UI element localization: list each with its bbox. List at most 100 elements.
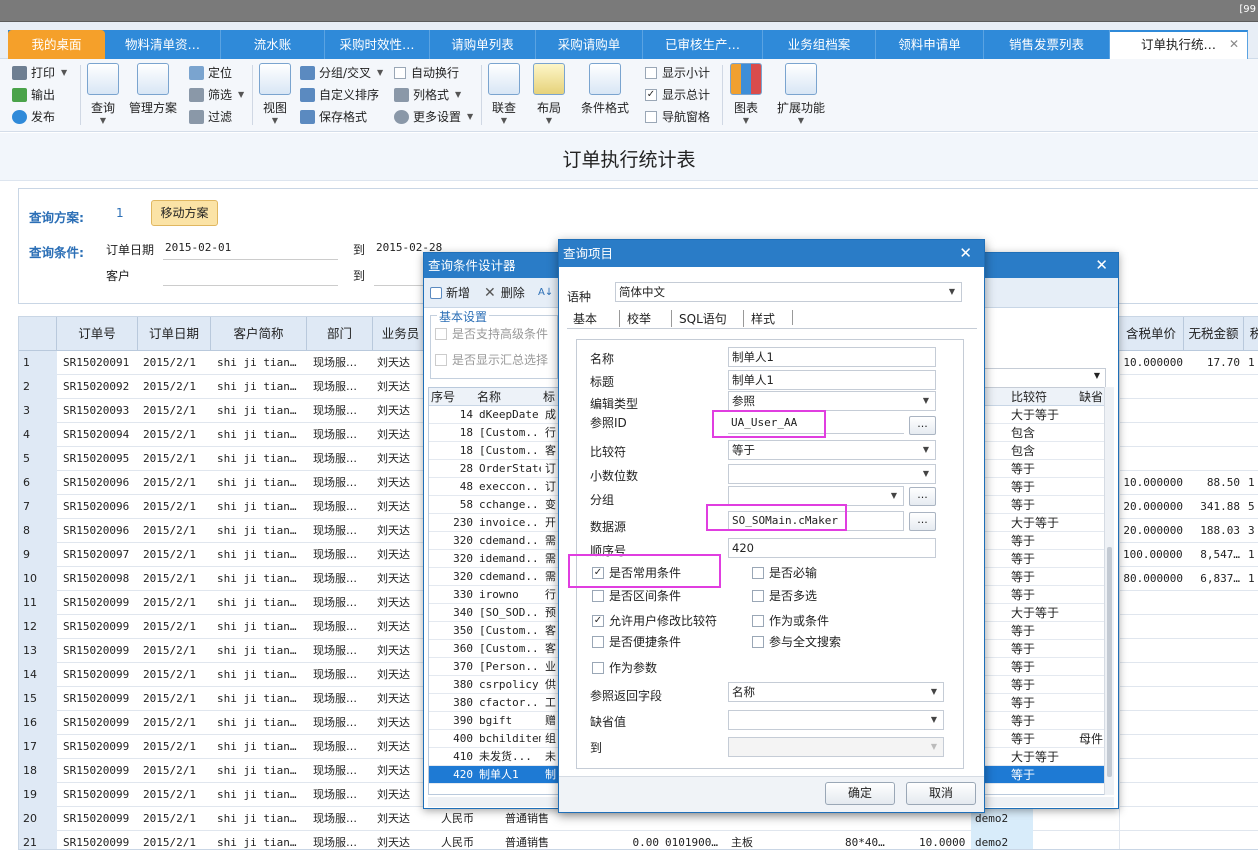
- export-button[interactable]: 输出: [12, 85, 55, 105]
- right-list-item[interactable]: 包含: [985, 424, 1111, 442]
- list-item[interactable]: 410 未发货... 未: [429, 748, 558, 766]
- table-row[interactable]: 21 SR15020099 2015/2/1 shi ji tian… 现场服… 刘天达 人…: [19, 831, 1258, 849]
- common-condition-checkbox[interactable]: ✓ 是否常用条件: [592, 563, 681, 583]
- col-header-amount[interactable]: 无税金额: [1184, 317, 1244, 351]
- multi-select-checkbox[interactable]: 是否多选: [752, 586, 817, 606]
- ok-button[interactable]: 确定: [825, 782, 895, 805]
- conditional-format-button[interactable]: 条件格式: [579, 63, 631, 116]
- tab-my-desktop[interactable]: 我的桌面: [8, 30, 105, 59]
- or-condition-checkbox[interactable]: 作为或条件: [752, 611, 829, 631]
- list-item[interactable]: 400 bchilditem 组: [429, 730, 558, 748]
- link-query-button[interactable]: 联查 ▼: [487, 63, 521, 125]
- list-item[interactable]: 18 [Custom... 客: [429, 442, 558, 460]
- tab-material-request[interactable]: 领料申请单: [876, 30, 984, 59]
- show-summary-checkbox[interactable]: 是否显示汇总选择: [435, 350, 548, 370]
- list-item[interactable]: 14 dKeepDate 成: [429, 406, 558, 424]
- add-button[interactable]: 新增: [430, 283, 470, 303]
- language-select[interactable]: 简体中文 ▼: [615, 282, 962, 302]
- quick-condition-checkbox[interactable]: 是否便捷条件: [592, 632, 681, 652]
- list-item[interactable]: 380 csrpolicy 供: [429, 676, 558, 694]
- list-item[interactable]: 230 invoice... 开: [429, 514, 558, 532]
- manage-plan-button[interactable]: 管理方案: [127, 63, 179, 116]
- right-list-item[interactable]: 等于: [985, 496, 1111, 514]
- nav-pane-checkbox[interactable]: 导航窗格: [645, 107, 710, 127]
- print-button[interactable]: 打印 ▼: [12, 63, 67, 83]
- list-item[interactable]: 370 [Person... 业: [429, 658, 558, 676]
- move-plan-button[interactable]: 移动方案: [151, 200, 218, 226]
- show-subtotal-checkbox[interactable]: 显示小计: [645, 63, 710, 83]
- tab-enum[interactable]: 校举: [619, 310, 651, 327]
- tab-bom[interactable]: 物料清单资…: [105, 30, 221, 59]
- tab-business-group[interactable]: 业务组档案: [763, 30, 876, 59]
- support-advanced-checkbox[interactable]: 是否支持高级条件: [435, 324, 548, 344]
- chart-button[interactable]: 图表 ▼: [729, 63, 763, 125]
- to-value-select[interactable]: ▼: [728, 737, 944, 757]
- right-list-item[interactable]: 等于: [985, 622, 1111, 640]
- fulltext-search-checkbox[interactable]: 参与全文搜索: [752, 632, 841, 652]
- list-item[interactable]: 380 cfactor... 工: [429, 694, 558, 712]
- tab-sql[interactable]: SQL语句: [671, 310, 727, 327]
- ref-id-browse-button[interactable]: ...: [909, 416, 936, 435]
- right-list-item[interactable]: 等于: [985, 532, 1111, 550]
- right-list-item[interactable]: 包含: [985, 442, 1111, 460]
- close-icon[interactable]: ✕: [1095, 253, 1108, 278]
- close-icon[interactable]: ✕: [959, 240, 972, 267]
- extend-button[interactable]: 扩展功能 ▼: [775, 63, 827, 125]
- ref-return-select[interactable]: 名称 ▼: [728, 682, 944, 702]
- locate-button[interactable]: 定位: [189, 63, 232, 83]
- order-date-from-input[interactable]: 2015-02-01: [165, 241, 231, 254]
- compare-select[interactable]: 等于 ▼: [728, 440, 936, 460]
- right-list-item[interactable]: 等于: [985, 586, 1111, 604]
- more-settings-button[interactable]: 更多设置 ▼: [394, 107, 473, 127]
- cancel-button[interactable]: 取消: [906, 782, 976, 805]
- tab-approved-production[interactable]: 已审核生产…: [643, 30, 763, 59]
- right-list-item[interactable]: 大于等于: [985, 514, 1111, 532]
- tab-requisition-list[interactable]: 请购单列表: [430, 30, 536, 59]
- right-list-item[interactable]: 等于: [985, 766, 1111, 784]
- right-list-item[interactable]: 等于: [985, 640, 1111, 658]
- range-condition-checkbox[interactable]: 是否区间条件: [592, 586, 681, 606]
- right-list-item[interactable]: 等于: [985, 712, 1111, 730]
- custom-sort-button[interactable]: 自定义排序: [300, 85, 379, 105]
- col-header-dept[interactable]: 部门: [307, 317, 373, 351]
- tab-purchase-timeliness[interactable]: 采购时效性…: [325, 30, 430, 59]
- right-list-item[interactable]: 等于: [985, 658, 1111, 676]
- customer-from-input[interactable]: [163, 285, 338, 286]
- as-parameter-checkbox[interactable]: 作为参数: [592, 658, 657, 678]
- designer-scrollbar[interactable]: [1104, 387, 1114, 795]
- right-list-item[interactable]: 等于: [985, 478, 1111, 496]
- publish-button[interactable]: 发布: [12, 107, 55, 127]
- list-item[interactable]: 320 cdemand... 需: [429, 568, 558, 586]
- query-button[interactable]: 查询 ▼: [86, 63, 120, 125]
- close-icon[interactable]: ✕: [1229, 32, 1239, 57]
- list-item[interactable]: 420 制单人1 制: [429, 766, 558, 784]
- required-checkbox[interactable]: 是否必输: [752, 563, 817, 583]
- order-no-input[interactable]: 420: [728, 538, 936, 558]
- customer-to-input[interactable]: [374, 285, 424, 286]
- save-format-button[interactable]: 保存格式: [300, 107, 367, 127]
- list-item[interactable]: 390 bgift 赠: [429, 712, 558, 730]
- list-item[interactable]: 28 OrderState 订: [429, 460, 558, 478]
- query-plan-value[interactable]: 1: [116, 206, 124, 220]
- right-list-item[interactable]: 等于: [985, 460, 1111, 478]
- right-list-item[interactable]: 大于等于: [985, 406, 1111, 424]
- tab-order-execution[interactable]: 订单执行统… ✕: [1110, 30, 1248, 59]
- tab-style[interactable]: 样式: [743, 310, 775, 327]
- default-value-select[interactable]: ▼: [728, 710, 944, 730]
- list-item[interactable]: 340 [SO_SOD... 预: [429, 604, 558, 622]
- filter-button[interactable]: 过滤: [189, 107, 232, 127]
- column-format-button[interactable]: 列格式 ▼: [394, 85, 461, 105]
- decimal-select[interactable]: ▼: [728, 464, 936, 484]
- right-list-item[interactable]: 大于等于: [985, 748, 1111, 766]
- datasource-browse-button[interactable]: ...: [909, 512, 936, 531]
- list-item[interactable]: 58 cchange... 变: [429, 496, 558, 514]
- show-total-checkbox[interactable]: ✓ 显示总计: [645, 85, 710, 105]
- list-item[interactable]: 18 [Custom... 行: [429, 424, 558, 442]
- list-item[interactable]: 48 execcon... 订: [429, 478, 558, 496]
- right-list-item[interactable]: 大于等于: [985, 604, 1111, 622]
- col-header-order-no[interactable]: 订单号: [57, 317, 138, 351]
- col-header-tax[interactable]: 税: [1244, 317, 1258, 351]
- right-list-item[interactable]: 等于 母件: [985, 730, 1111, 748]
- right-list-item[interactable]: 等于: [985, 550, 1111, 568]
- list-item[interactable]: 320 cdemand... 需: [429, 532, 558, 550]
